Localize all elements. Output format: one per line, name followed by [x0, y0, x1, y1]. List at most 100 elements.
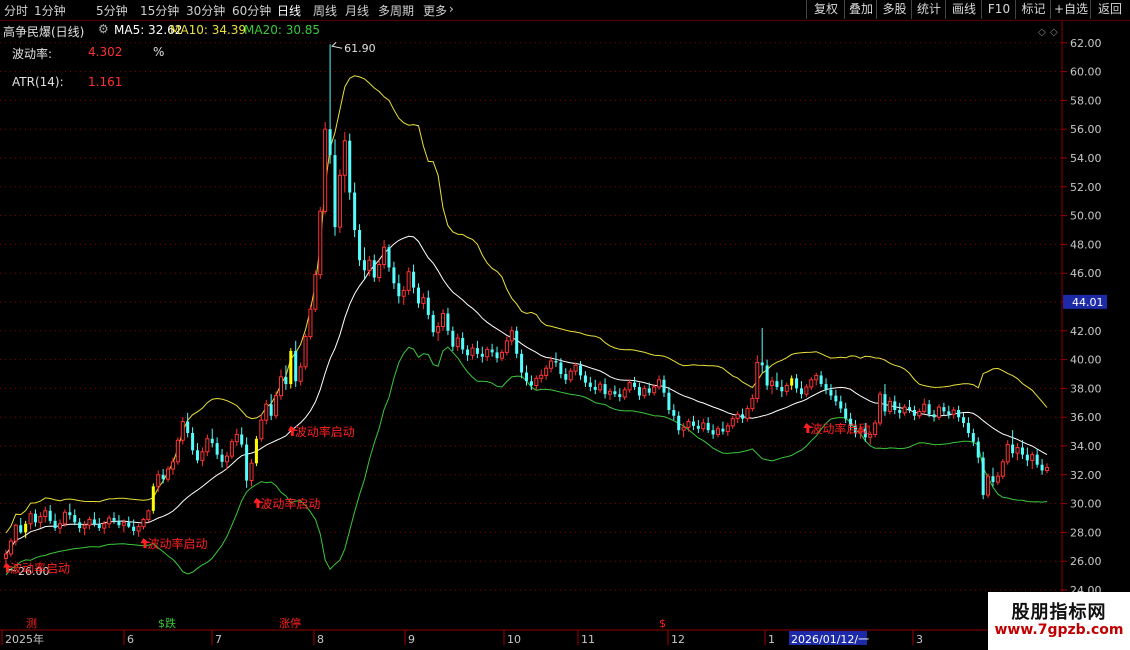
candle-body	[706, 422, 710, 431]
candle-body	[534, 377, 539, 387]
candle-body	[38, 516, 43, 523]
candle-body	[824, 384, 828, 390]
candle-body	[981, 457, 985, 495]
candle-body	[318, 210, 323, 276]
event-marker[interactable]: 涨停	[279, 616, 301, 630]
candle-body	[358, 230, 362, 261]
candle-body	[240, 434, 244, 445]
candle-body	[711, 430, 715, 435]
candle-body	[701, 422, 706, 430]
price-tick-label: 32.00	[1070, 469, 1102, 482]
candle-body	[289, 350, 293, 385]
time-tick-label: 7	[215, 633, 222, 646]
candle-body	[622, 389, 627, 398]
candle-body	[269, 404, 273, 416]
candle-body	[976, 441, 980, 458]
candle-body	[191, 433, 195, 451]
candle-body	[986, 475, 991, 496]
time-tick-label: 3	[916, 633, 923, 646]
candle-body	[932, 414, 936, 418]
price-tick-label: 54.00	[1070, 152, 1102, 165]
candle-body	[78, 522, 82, 529]
kline-chart[interactable]: 62.00 60.00 58.00 56.00 54.00 52.00 50.00 48.00…	[0, 0, 1130, 650]
candle-body	[524, 372, 529, 382]
candle-body	[499, 351, 504, 359]
candle-body	[170, 461, 175, 470]
candle-body	[397, 283, 401, 297]
candle-body	[264, 403, 269, 421]
candle-body	[917, 410, 922, 417]
price-tick-label: 52.00	[1070, 181, 1102, 194]
candle-body	[215, 443, 219, 455]
price-tick-label: 48.00	[1070, 238, 1102, 251]
candle-body	[995, 475, 1000, 483]
candle-body	[205, 438, 210, 453]
candle-body	[224, 455, 229, 463]
candle-body	[696, 425, 700, 429]
candle-body	[441, 313, 446, 327]
candle-body	[136, 526, 141, 532]
candle-body	[323, 128, 328, 212]
candle-body	[554, 361, 558, 363]
candle-body	[780, 386, 784, 392]
candle-body	[19, 525, 23, 533]
candle-body	[294, 350, 298, 382]
candle-body	[234, 433, 239, 443]
price-tick-label: 26.00	[1070, 555, 1102, 568]
candle-body	[520, 353, 524, 373]
time-tick-label: 11	[581, 633, 595, 646]
candle-body	[633, 382, 637, 387]
candle-body	[927, 404, 931, 415]
candle-body	[642, 387, 647, 397]
price-tick-label: 58.00	[1070, 94, 1102, 107]
event-marker[interactable]: 测	[26, 617, 37, 630]
price-tick-label: 42.00	[1070, 325, 1102, 338]
high-price-label: 61.90	[344, 42, 376, 55]
candle-body	[662, 379, 666, 393]
candle-body	[303, 336, 308, 368]
candle-body	[504, 340, 509, 353]
diamond-icon: ◇	[1050, 27, 1058, 38]
candle-body	[672, 410, 676, 416]
candle-body	[568, 370, 573, 381]
candle-body	[657, 379, 662, 388]
price-tick-label: 38.00	[1070, 382, 1102, 395]
candle-body	[922, 403, 927, 412]
event-marker[interactable]: $	[659, 617, 666, 630]
candle-body	[333, 155, 337, 228]
candle-body	[367, 259, 372, 271]
candle-body	[887, 400, 892, 412]
signal-label: 波动率启动	[810, 421, 870, 436]
candle-body	[898, 410, 902, 413]
candle-body	[769, 380, 775, 387]
candle-body	[416, 287, 420, 304]
candle-body	[784, 385, 789, 392]
candle-body	[618, 394, 622, 398]
candle-body	[480, 353, 484, 357]
candle-body	[68, 512, 72, 516]
candle-body	[401, 289, 406, 297]
candle-body	[3, 553, 9, 559]
candle-body	[308, 308, 313, 338]
candle-body	[426, 297, 430, 315]
candle-body	[470, 347, 475, 356]
candle-body	[814, 374, 819, 381]
candle-body	[313, 274, 318, 310]
candle-body	[475, 348, 479, 354]
candle-body	[156, 474, 161, 487]
candle-body	[461, 338, 465, 350]
event-marker[interactable]: $跌	[158, 616, 176, 630]
candle-body	[377, 264, 382, 279]
candle-body	[1011, 444, 1015, 454]
candle-body	[412, 271, 416, 288]
middle-band-line	[5, 235, 1048, 555]
candle-body	[515, 330, 519, 354]
candle-body	[254, 438, 258, 464]
time-tick-label: 9	[408, 633, 415, 646]
candle-body	[942, 407, 946, 412]
candle-body	[1044, 467, 1050, 471]
candle-body	[991, 476, 995, 482]
time-tick-label: 2025年	[5, 632, 44, 646]
candle-body	[598, 383, 603, 391]
candle-body	[912, 410, 916, 416]
